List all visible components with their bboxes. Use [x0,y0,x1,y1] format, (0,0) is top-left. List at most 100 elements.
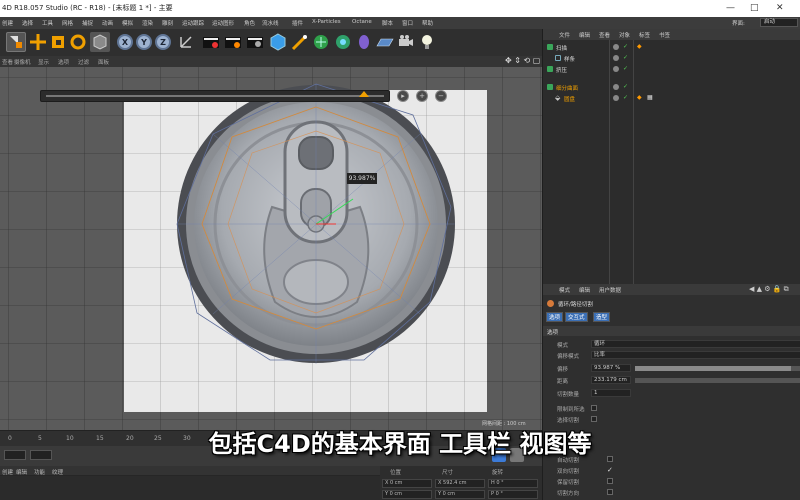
coord-rot-h-field[interactable]: H 0 ° [488,479,538,488]
menu-mesh[interactable]: 网格 [62,19,73,27]
minimize-button[interactable]: — [726,3,735,13]
enabled-check-icon[interactable]: ✓ [623,83,628,90]
bidirectional-cut-check-icon[interactable]: ✓ [607,466,613,474]
object-menu-tags[interactable]: 标签 [639,31,650,39]
object-name[interactable]: 挤压 [556,66,567,74]
keep-cut-checkbox[interactable] [607,478,613,484]
object-row-disc[interactable]: ⬙ 圆盘 ✓ ◆ ▦ [543,94,800,104]
menu-render[interactable]: 渲染 [142,19,153,27]
layout-select[interactable]: 启动 [760,18,798,27]
offset-mode-dropdown[interactable]: 比率 [591,351,800,359]
object-name[interactable]: 圆盘 [564,95,575,103]
visibility-toggle-icon[interactable] [613,66,619,72]
visibility-toggle-icon[interactable] [613,95,619,101]
object-menu-file[interactable]: 文件 [559,31,570,39]
render-picture-viewer-icon[interactable] [223,32,243,52]
visibility-toggle-icon[interactable] [613,55,619,61]
floor-icon[interactable] [375,32,395,52]
menu-x-particles[interactable]: X-Particles [312,19,341,25]
coord-rot-p-field[interactable]: P 0 ° [488,490,538,499]
menu-snap[interactable]: 捕捉 [82,19,93,27]
scale-tool-icon[interactable] [48,32,68,52]
menu-pipeline[interactable]: 流水线 [262,19,279,27]
menu-simulate[interactable]: 模拟 [122,19,133,27]
viewport-menu-panel[interactable]: 面板 [98,58,109,66]
enabled-check-icon[interactable]: ✓ [623,94,628,101]
object-menu-bookmarks[interactable]: 书签 [659,31,670,39]
object-name[interactable]: 细分曲面 [556,84,578,92]
coord-size-y-field[interactable]: Y 0 cm [435,490,485,499]
object-row-spline[interactable]: 样条 ✓ [543,54,800,64]
material-menu-edit[interactable]: 编辑 [16,468,27,476]
subtab-interactive[interactable]: 交互式 [565,312,588,322]
distance-slider[interactable] [635,378,800,383]
cube-primitive-icon[interactable] [268,32,288,52]
visibility-toggle-icon[interactable] [613,84,619,90]
move-tool-icon[interactable] [28,32,48,52]
offset-slider[interactable] [635,366,800,371]
menu-plugins[interactable]: 插件 [292,19,303,27]
distance-field[interactable]: 233.179 cm [591,376,631,384]
attr-navigation-icons[interactable]: ◀ ▲ ⚙ 🔒 ⧉ [749,285,789,294]
close-button[interactable]: ✕ [776,3,784,13]
enabled-check-icon[interactable]: ✓ [623,54,628,61]
viewport-menu-options[interactable]: 选项 [58,58,69,66]
menu-motion-tracker[interactable]: 运动跟踪 [182,19,204,27]
subtab-shaping[interactable]: 造型 [593,312,611,322]
object-name[interactable]: 样条 [564,55,575,63]
slider-add-button[interactable]: + [416,90,428,102]
slider-remove-button[interactable]: − [435,90,447,102]
coord-pos-y-field[interactable]: Y 0 cm [382,490,432,499]
menu-script[interactable]: 脚本 [382,19,393,27]
light-icon[interactable] [417,32,437,52]
viewport-menu-view[interactable]: 查看 [2,58,13,66]
coord-size-x-field[interactable]: X 592.4 cm [435,479,485,488]
render-view-icon[interactable] [201,32,221,52]
object-menu-view[interactable]: 查看 [599,31,610,39]
phong-tag-icon[interactable]: ◆ [637,94,642,101]
y-axis-toggle[interactable]: Y [136,34,152,50]
pen-spline-icon[interactable] [290,32,310,52]
object-row-sweep[interactable]: 扫描 ✓ ◆ [543,43,800,53]
menu-sculpt[interactable]: 雕刻 [162,19,173,27]
mograph-cloner-icon[interactable] [333,32,353,52]
viewport-menu-display[interactable]: 显示 [38,58,49,66]
subtab-options[interactable]: 选项 [546,312,564,322]
cut-offset-slider-thumb[interactable] [358,91,369,97]
slider-option-button[interactable]: ▸ [397,90,409,102]
restrict-to-selection-checkbox[interactable] [591,405,597,411]
viewport[interactable]: ▸ + − 93.987% 网格间距 : 100 cm [0,67,542,430]
maximize-button[interactable]: □ [750,3,759,13]
menu-tools[interactable]: 工具 [42,19,53,27]
object-menu-edit[interactable]: 编辑 [579,31,590,39]
menu-help[interactable]: 帮助 [422,19,433,27]
menu-window[interactable]: 窗口 [402,19,413,27]
menu-octane[interactable]: Octane [352,19,372,25]
viewport-navigation-icons[interactable]: ✥ ⇕ ⟲ ▢ [505,56,540,65]
object-row-extrude[interactable]: 挤压 ✓ [543,65,800,75]
object-row-subdivision-surface[interactable]: 细分曲面 ✓ [543,83,800,93]
x-axis-toggle[interactable]: X [117,34,133,50]
rotate-tool-icon[interactable] [68,32,88,52]
attr-menu-user-data[interactable]: 用户数据 [599,286,621,294]
menu-animate[interactable]: 动画 [102,19,113,27]
texture-tag-icon[interactable]: ▦ [647,94,653,101]
cut-count-field[interactable]: 1 [591,389,631,397]
material-area[interactable] [0,476,380,500]
undo-icon[interactable] [6,32,26,52]
select-cut-checkbox[interactable] [591,416,597,422]
last-tool-icon[interactable] [90,32,110,52]
phong-tag-icon[interactable]: ◆ [637,43,642,50]
menu-mograph[interactable]: 运动图形 [212,19,234,27]
material-menu-function[interactable]: 功能 [34,468,45,476]
viewport-menu-cameras[interactable]: 摄像机 [14,58,31,66]
z-axis-toggle[interactable]: Z [155,34,171,50]
camera-icon[interactable] [396,32,416,52]
menu-select[interactable]: 选择 [22,19,33,27]
enabled-check-icon[interactable]: ✓ [623,43,628,50]
coordinate-system-icon[interactable] [176,32,196,52]
viewport-menu-filter[interactable]: 过滤 [78,58,89,66]
cut-direction-checkbox[interactable] [607,489,613,495]
coord-pos-x-field[interactable]: X 0 cm [382,479,432,488]
visibility-toggle-icon[interactable] [613,44,619,50]
